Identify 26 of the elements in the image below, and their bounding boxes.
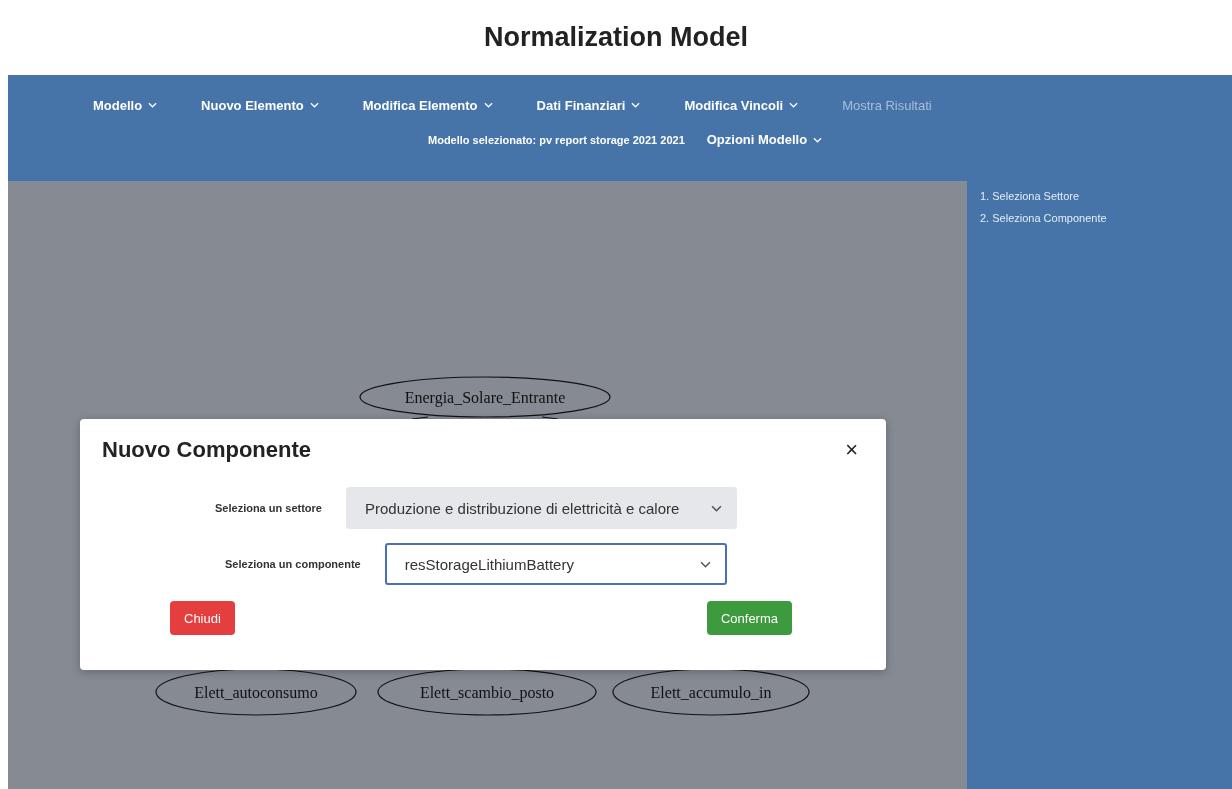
dropdown-menu[interactable]: Modello: [93, 97, 158, 113]
graph-node: Energia_Solare_Entrante: [359, 376, 611, 418]
selected-model-text: Modello selezionato: pv report storage 2021 2021: [428, 134, 685, 146]
dropdown-menu[interactable]: Modifica Elemento: [362, 97, 493, 113]
field-label: Seleziona un settore: [215, 502, 322, 514]
close-button[interactable]: Chiudi: [170, 601, 235, 635]
step-text: 1. Seleziona Settore: [980, 189, 1081, 204]
field-label: Seleziona un componente: [225, 558, 361, 570]
select-field[interactable]: resStorageLithiumBattery: [384, 543, 727, 585]
chevron-icon: [631, 102, 641, 108]
modal-title: Nuovo Componente: [102, 437, 311, 463]
chevron-icon: [309, 102, 319, 108]
chevron-icon: [789, 102, 799, 108]
page-title: Normalization Model: [484, 22, 749, 53]
dropdown-menu[interactable]: Nuovo Elemento: [201, 97, 319, 113]
chevron-icon: [711, 504, 722, 512]
step-text: 2. Seleziona Componente: [980, 211, 1108, 226]
dropdown-menu[interactable]: Modifica Vincoli: [684, 97, 799, 113]
dropdown-menu[interactable]: Dati Finanziari: [536, 97, 641, 113]
confirm-button[interactable]: Conferma: [706, 601, 792, 635]
chevron-icon: [813, 136, 823, 143]
dropdown-menu[interactable]: Opzioni Modello: [706, 132, 823, 147]
close-button[interactable]: ×: [839, 437, 864, 463]
chevron-icon: [148, 102, 158, 108]
chevron-icon: [483, 102, 493, 108]
chevron-icon: [699, 560, 711, 568]
